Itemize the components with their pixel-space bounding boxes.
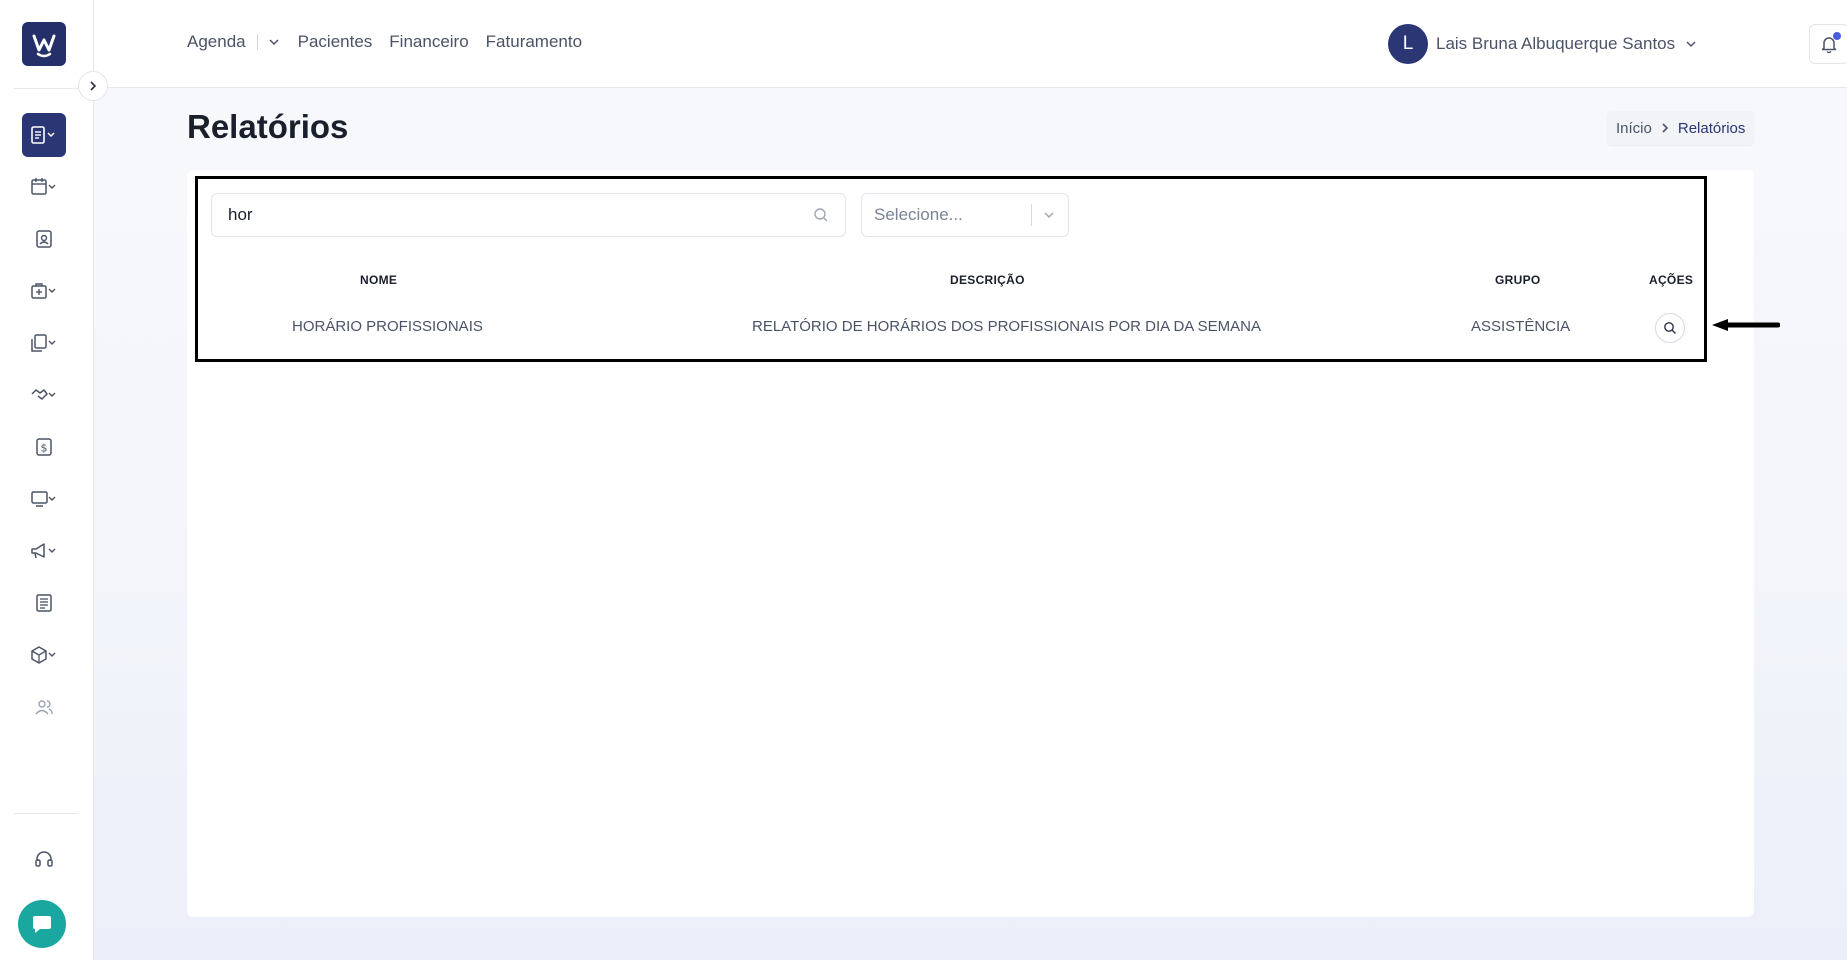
sidebar-expand-button[interactable] [78, 71, 108, 101]
documents-icon [31, 334, 56, 352]
column-header-nome[interactable]: NOME [360, 273, 397, 287]
svg-text:$: $ [41, 442, 48, 455]
sidebar-item-marketing[interactable] [22, 529, 66, 573]
chevron-down-icon [269, 39, 279, 46]
user-menu[interactable]: L Lais Bruna Albuquerque Santos [1388, 24, 1697, 64]
select-placeholder: Selecione... [874, 205, 963, 224]
cell-nome: HORÁRIO PROFISSIONAIS [292, 318, 483, 335]
package-icon [31, 646, 56, 664]
chevron-down-icon [1686, 41, 1696, 48]
breadcrumb-separator [1660, 123, 1670, 133]
reports-icon [31, 126, 55, 144]
sidebar-item-news[interactable] [22, 581, 66, 625]
sidebar-item-monitor[interactable] [22, 477, 66, 521]
nav-pacientes[interactable]: Pacientes [298, 32, 373, 52]
column-header-descricao[interactable]: DESCRIÇÃO [950, 273, 1025, 287]
nav-faturamento[interactable]: Faturamento [486, 32, 582, 52]
sidebar: $ [0, 0, 94, 960]
pointer-arrow-icon [1712, 319, 1780, 331]
search-icon [814, 208, 828, 222]
avatar: L [1388, 24, 1428, 64]
chat-button[interactable] [18, 900, 66, 948]
agenda-dropdown-button[interactable] [268, 36, 280, 48]
user-name: Lais Bruna Albuquerque Santos [1436, 34, 1676, 53]
cell-grupo: ASSISTÊNCIA [1471, 318, 1571, 335]
sidebar-item-documents[interactable] [22, 321, 66, 365]
breadcrumb-home[interactable]: Início [1616, 120, 1652, 137]
sidebar-item-agreements[interactable] [22, 373, 66, 417]
sidebar-item-calendar[interactable] [22, 165, 66, 209]
sidebar-divider [14, 88, 78, 89]
nav-financeiro[interactable]: Financeiro [389, 32, 468, 52]
sidebar-item-reports[interactable] [22, 113, 66, 157]
column-header-grupo[interactable]: GRUPO [1495, 273, 1541, 287]
sidebar-item-users[interactable] [22, 685, 66, 729]
handshake-icon [31, 389, 56, 400]
calendar-icon [31, 178, 56, 195]
view-report-button[interactable] [1655, 313, 1685, 343]
group-select[interactable]: Selecione... [861, 193, 1069, 237]
breadcrumb: Início Relatórios [1607, 111, 1755, 145]
megaphone-icon [31, 543, 56, 559]
notification-dot [1833, 32, 1841, 40]
notifications-button[interactable] [1809, 24, 1847, 64]
chevron-right-icon [90, 81, 97, 91]
nav-separator [256, 34, 258, 50]
top-nav: Agenda Pacientes Financeiro Faturamento [187, 32, 599, 52]
finance-icon: $ [36, 438, 52, 456]
breadcrumb-current: Relatórios [1677, 119, 1746, 137]
monitor-icon [31, 491, 56, 507]
sidebar-item-patients[interactable] [22, 217, 66, 261]
cell-descricao: RELATÓRIO DE HORÁRIOS DOS PROFISSIONAIS … [752, 318, 1261, 335]
sidebar-item-finance[interactable]: $ [22, 425, 66, 469]
search-input[interactable] [228, 205, 813, 225]
search-icon [1664, 322, 1676, 334]
newspaper-icon [36, 594, 52, 612]
select-separator [1031, 204, 1032, 226]
headset-icon [35, 851, 53, 867]
patient-card-icon [36, 230, 52, 248]
sidebar-divider [14, 813, 78, 814]
search-box[interactable] [211, 193, 846, 237]
top-header: Agenda Pacientes Financeiro Faturamento … [94, 0, 1847, 88]
chevron-down-icon [1044, 212, 1054, 219]
sidebar-item-inventory[interactable] [22, 633, 66, 677]
column-header-acoes: AÇÕES [1649, 273, 1694, 287]
sidebar-item-medical[interactable] [22, 269, 66, 313]
app-logo[interactable] [22, 22, 66, 66]
nav-agenda[interactable]: Agenda [187, 32, 246, 52]
chevron-right-icon [1662, 123, 1668, 133]
page-title: Relatórios [187, 108, 349, 145]
users-icon [35, 700, 53, 715]
medical-kit-icon [31, 283, 56, 299]
sidebar-item-support[interactable] [22, 837, 66, 881]
chat-icon [33, 916, 51, 933]
